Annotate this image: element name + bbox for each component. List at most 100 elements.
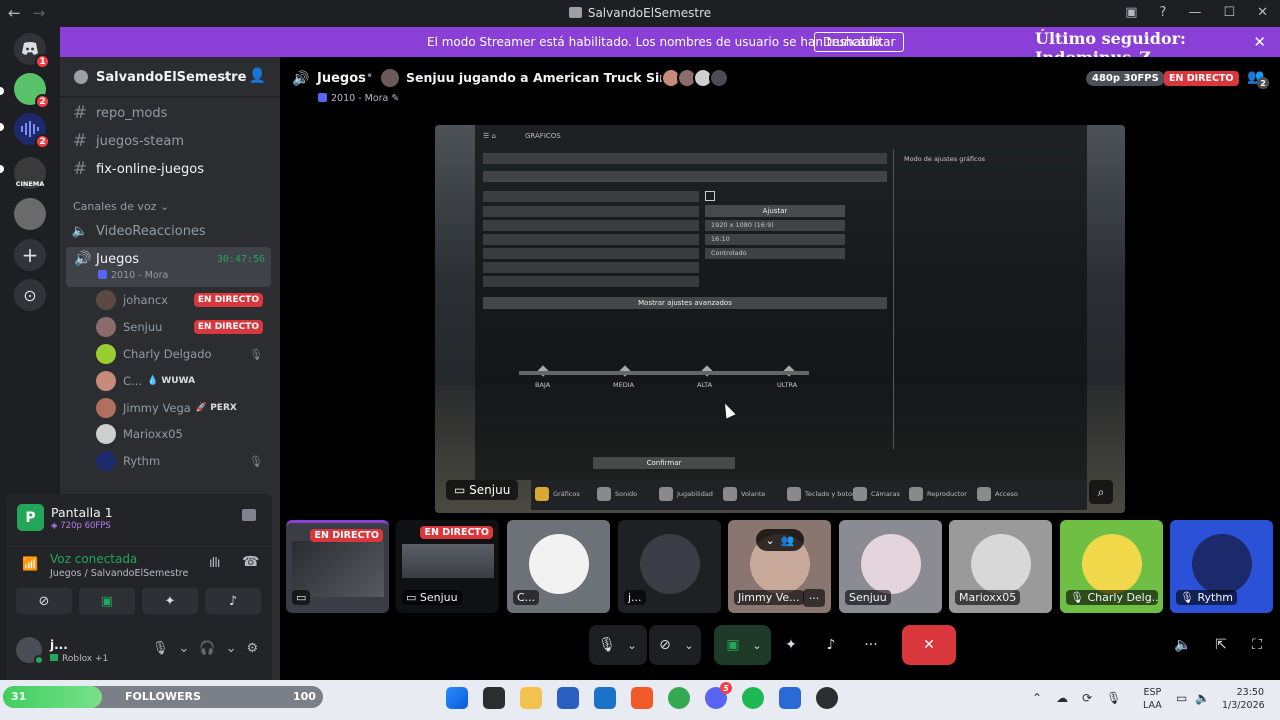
activities-button[interactable]: ✦ [142, 588, 198, 614]
chevron-up-icon[interactable]: ⌃ [1032, 691, 1042, 705]
server-icon-4[interactable] [14, 198, 46, 230]
spotify-icon[interactable] [742, 687, 764, 709]
voice-user[interactable]: Senjuu EN DIRECTO [96, 315, 271, 339]
windows-start-icon[interactable] [446, 687, 468, 709]
stop-share-icon[interactable] [242, 509, 256, 521]
voice-user[interactable]: Marioxx05 [96, 422, 271, 446]
sync-icon[interactable]: ⟳ [1082, 691, 1092, 705]
language-indicator[interactable]: ESP LAA [1143, 686, 1162, 712]
close-button[interactable]: ✕ [1257, 5, 1268, 20]
camera-off-button[interactable]: ⊘ [16, 588, 72, 614]
inbox-icon[interactable]: ▣ [1125, 5, 1137, 20]
task-view-icon[interactable] [483, 687, 505, 709]
mic-icon[interactable]: 🎙 [152, 641, 169, 656]
invite-people-icon[interactable]: 👤 [249, 68, 266, 84]
voice-channel-juegos[interactable]: 🔊 Juegos 30:47:56 2010 - Mora [66, 247, 271, 287]
soundboard-button[interactable]: ♪ [205, 588, 261, 614]
participant-tile[interactable]: ⌄ 👥 Jimmy Ve... ··· [728, 520, 831, 613]
avatar[interactable] [16, 637, 44, 665]
zoom-icon[interactable]: ⌕ [1089, 480, 1113, 504]
participant-tile[interactable]: EN DIRECTO ▭ Senjuu [396, 520, 499, 613]
speaker-icon: 🔊 [74, 251, 92, 267]
banner-close-icon[interactable]: ✕ [1253, 33, 1266, 51]
chrome-icon[interactable] [668, 687, 690, 709]
brave-icon[interactable] [631, 687, 653, 709]
participant-tile[interactable]: Marioxx05 [949, 520, 1052, 613]
disable-streamer-button[interactable]: Deshabilitar [814, 32, 905, 52]
fullscreen-icon[interactable]: ⛶ [1246, 625, 1268, 665]
user-name: Senjuu [123, 320, 163, 334]
more-options-icon[interactable]: ··· [803, 589, 825, 607]
voice-channel-videoreacciones[interactable]: 🔈 VideoReacciones [68, 218, 272, 244]
participant-tile[interactable]: 🎙 Charly Delg... [1060, 520, 1163, 613]
game-row [483, 276, 699, 287]
server-icon-cinema[interactable]: CINEMA [14, 157, 46, 189]
voice-user[interactable]: Charly Delgado 🎙 [96, 342, 271, 366]
server-icon-1[interactable]: 2 [14, 73, 50, 109]
viewers-icon[interactable]: 👥 2 [1247, 69, 1269, 89]
server-icon-2[interactable]: 2 [14, 113, 50, 149]
outlook-icon[interactable] [594, 687, 616, 709]
screen-share-icon[interactable]: ▣ [722, 625, 744, 665]
mic-icon[interactable]: 🎙 [596, 625, 618, 665]
tile-overlay[interactable]: ⌄ 👥 [756, 529, 804, 551]
chevron-down-icon[interactable]: ⌄ [766, 534, 775, 547]
gear-icon[interactable]: ⚙ [247, 641, 259, 656]
viewer-avatars[interactable] [661, 68, 729, 88]
channel-repo-mods[interactable]: # repo_mods [68, 100, 272, 126]
voice-location[interactable]: Juegos / SalvandoElSemestre [50, 568, 188, 579]
soundboard-icon[interactable]: ♪ [820, 625, 842, 665]
participant-tile[interactable]: 🎙 Rythm [1170, 520, 1273, 613]
channel-fix-online-juegos[interactable]: # fix-online-juegos [68, 156, 272, 182]
noise-suppression-icon[interactable]: ıllı [209, 556, 220, 571]
obs-icon[interactable] [816, 687, 838, 709]
explore-icon[interactable]: ⊙ [14, 279, 46, 311]
cloud-icon[interactable]: ☁ [1056, 691, 1068, 705]
game-info-title: Modo de ajustes gráficos [904, 155, 986, 163]
app-icon[interactable] [779, 687, 801, 709]
more-icon[interactable]: ··· [860, 625, 882, 665]
help-icon[interactable]: ? [1160, 5, 1167, 20]
monitor-icon[interactable]: ▭ [1176, 691, 1187, 705]
participant-tile[interactable]: C... [507, 520, 610, 613]
camera-off-icon[interactable]: ⊘ [654, 625, 676, 665]
headphones-icon[interactable]: 🎧 [199, 641, 215, 656]
popout-icon[interactable]: ⇱ [1210, 625, 1232, 665]
chevron-down-icon[interactable]: ⌄ [622, 625, 642, 665]
channel-juegos-steam[interactable]: # juegos-steam [68, 128, 272, 154]
screen-share-button[interactable]: ▣ [79, 588, 135, 614]
participant-tile[interactable]: j... [618, 520, 721, 613]
chevron-down-icon[interactable]: ⌄ [748, 625, 766, 665]
voice-user[interactable]: johancx EN DIRECTO [96, 288, 271, 312]
stream-video[interactable]: ☰ ⌂ GRÁFICOS Ajustar 1920 x 1080 (16:9) … [435, 125, 1125, 513]
chevron-down-icon[interactable]: ⌄ [179, 641, 190, 656]
users-icon[interactable]: 👥 [781, 534, 795, 547]
speaker-icon[interactable]: 🔈 [1195, 691, 1210, 705]
voice-user[interactable]: Jimmy Vega 🚀 PERX [96, 396, 271, 420]
connection-signal-icon[interactable]: 📶 [22, 557, 38, 572]
minimize-button[interactable]: — [1188, 5, 1201, 20]
clock[interactable]: 23:50 1/3/2026 [1222, 686, 1265, 712]
leave-call-button[interactable]: ✕ [902, 625, 956, 665]
streamer-avatar [381, 69, 399, 87]
chevron-down-icon[interactable]: ⌄ [226, 641, 237, 656]
discord-icon[interactable]: 5 [705, 682, 732, 709]
add-server-icon[interactable]: + [14, 239, 46, 271]
discord-home-icon[interactable]: 1 [14, 33, 50, 69]
voice-user[interactable]: Rythm 🎙 [96, 449, 271, 473]
participant-tile[interactable]: Senjuu [839, 520, 942, 613]
maximize-button[interactable]: ☐ [1223, 5, 1235, 20]
tile-label: 🎙 Rythm [1176, 590, 1238, 605]
word-icon[interactable] [557, 687, 579, 709]
chevron-down-icon[interactable]: ⌄ [680, 625, 698, 665]
participant-tile[interactable]: EN DIRECTO ▭ [286, 520, 389, 613]
mic-icon[interactable]: 🎙 [1106, 691, 1121, 705]
server-header[interactable]: SalvandoElSemestre ⌄ 👤 [60, 57, 280, 97]
file-explorer-icon[interactable] [520, 687, 542, 709]
disconnect-icon[interactable]: ☎ [242, 554, 259, 570]
activities-icon[interactable]: ✦ [780, 625, 802, 665]
volume-icon[interactable]: 🔈 [1172, 625, 1194, 665]
game-tab-label: Volante [741, 490, 766, 498]
voice-user[interactable]: C... 💧 WUWA [96, 369, 271, 393]
voice-category[interactable]: Canales de voz ⌄ [73, 200, 169, 213]
